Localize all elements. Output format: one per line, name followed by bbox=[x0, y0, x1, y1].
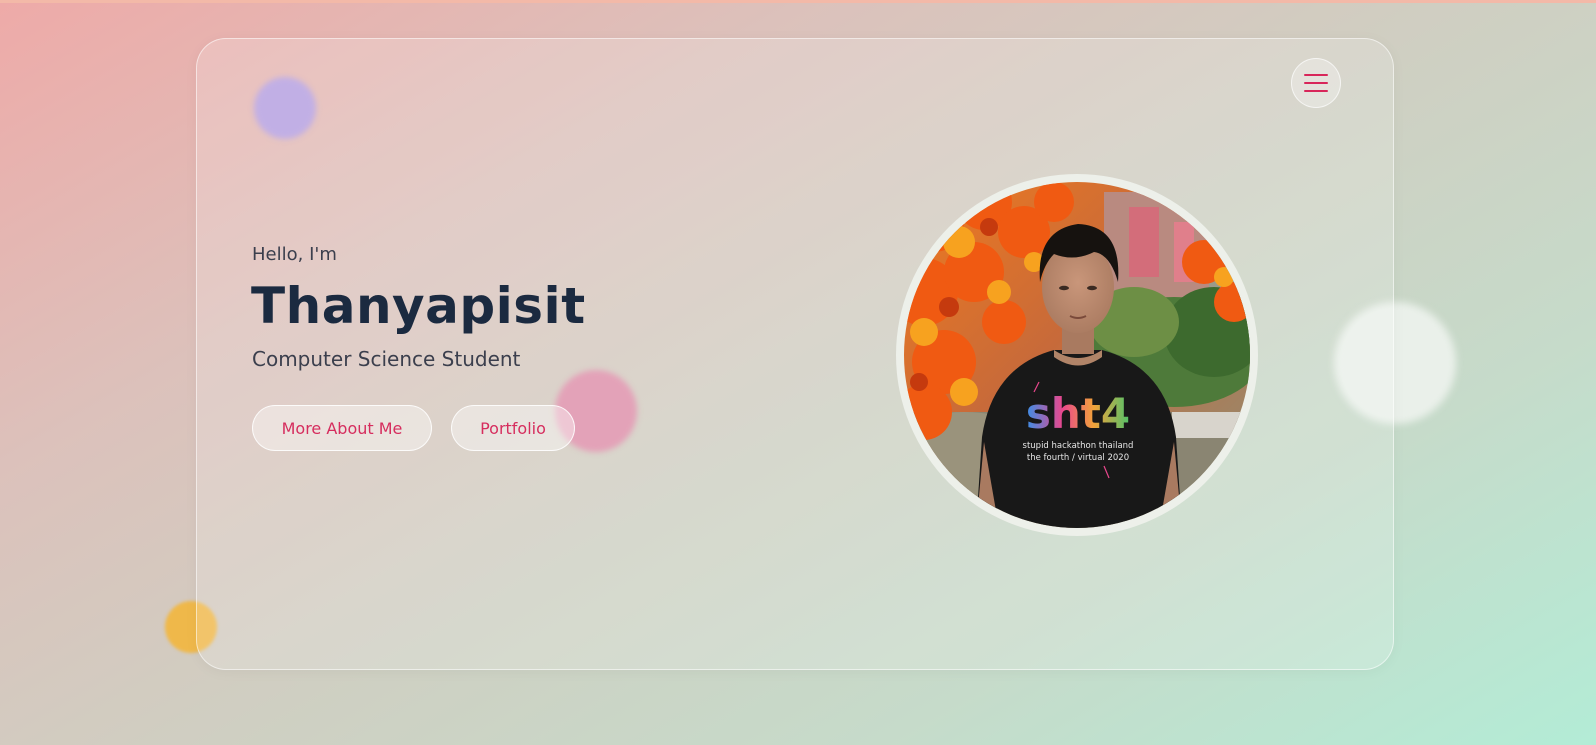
profile-photo: sht4 stupid hackathon thailand the fourt… bbox=[904, 182, 1250, 528]
shirt-logo-text: sht4 bbox=[1026, 389, 1130, 438]
hero-name: Thanyapisit bbox=[251, 277, 586, 335]
greeting-text: Hello, I'm bbox=[252, 244, 337, 265]
profile-photo-frame: sht4 stupid hackathon thailand the fourt… bbox=[896, 174, 1258, 536]
menu-button[interactable] bbox=[1291, 58, 1341, 108]
top-accent-strip bbox=[0, 0, 1596, 3]
shirt-line-1: stupid hackathon thailand bbox=[1023, 441, 1134, 451]
portfolio-button[interactable]: Portfolio bbox=[451, 405, 575, 451]
hero-role: Computer Science Student bbox=[252, 347, 521, 371]
more-about-me-button[interactable]: More About Me bbox=[252, 405, 432, 451]
hamburger-menu-icon bbox=[1304, 74, 1328, 92]
shirt-line-2: the fourth / virtual 2020 bbox=[1027, 453, 1129, 463]
